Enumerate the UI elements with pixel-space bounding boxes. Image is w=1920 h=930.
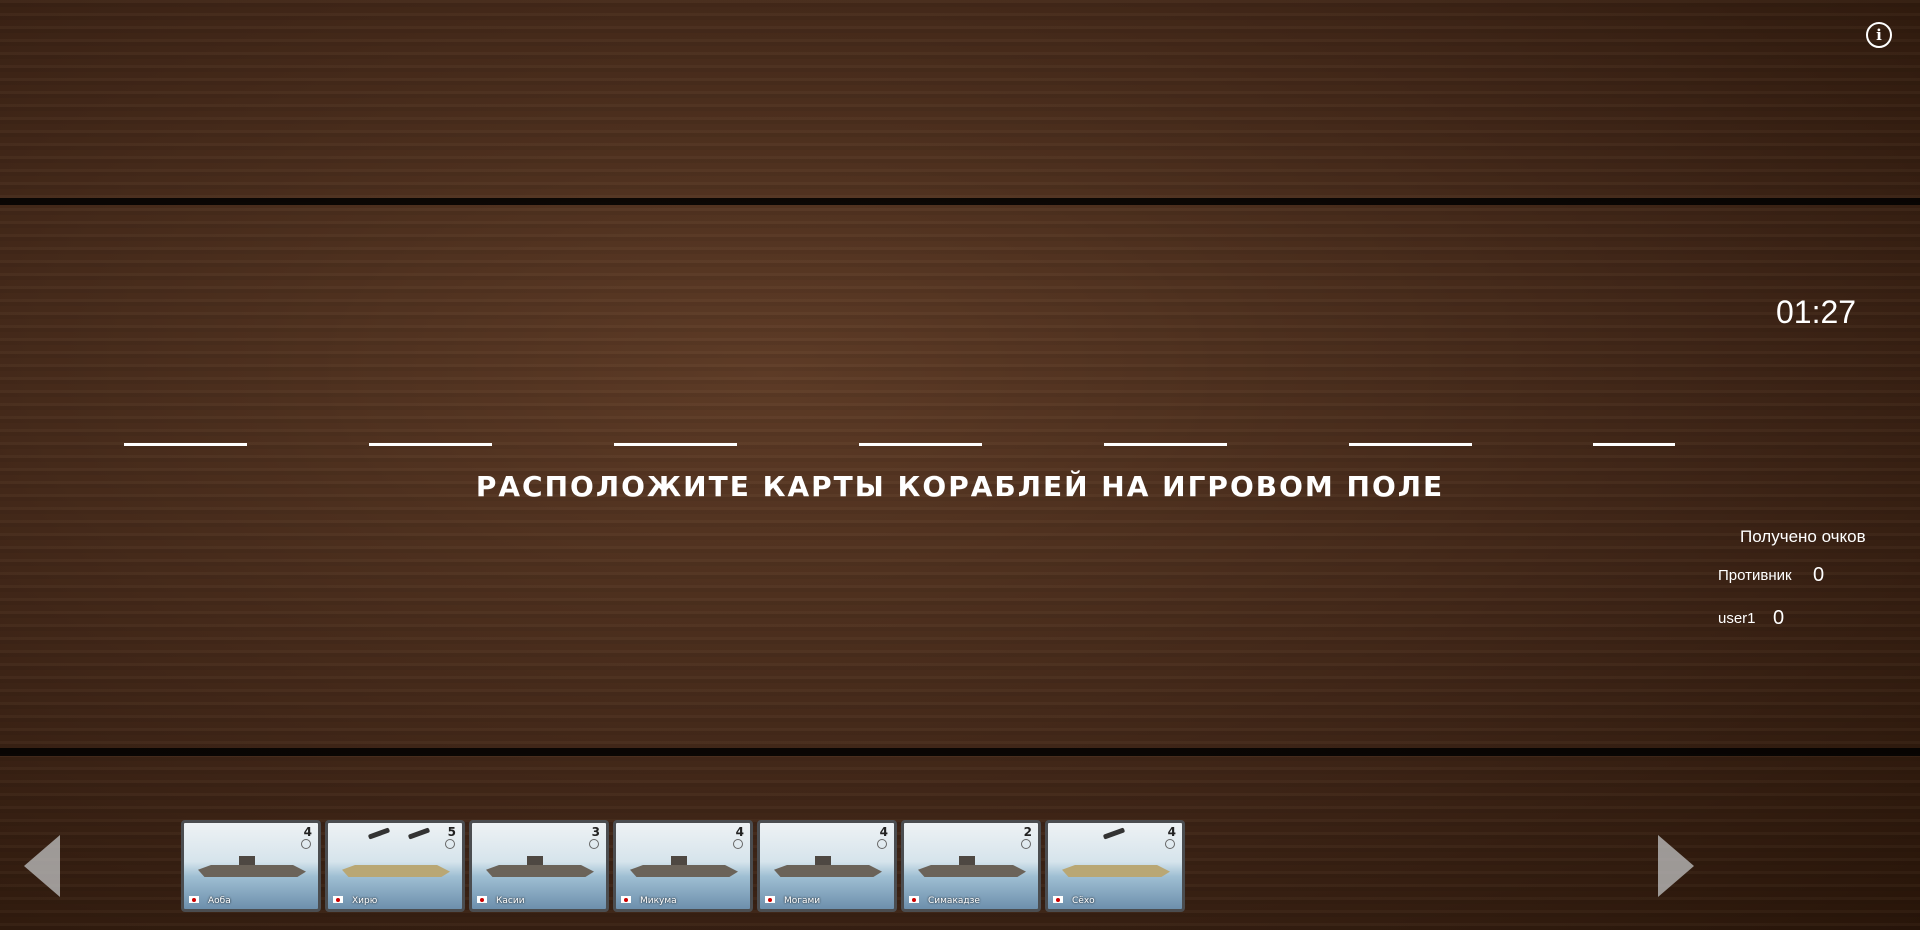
score-title: Получено очков <box>1740 527 1866 546</box>
card-cost: 4 <box>1167 825 1176 839</box>
ship-illustration <box>630 865 738 877</box>
card-name: Касии <box>496 896 525 906</box>
card-cost: 5 <box>447 825 456 839</box>
plane-icon <box>367 827 391 840</box>
ship-illustration <box>774 865 882 877</box>
ship-illustration <box>198 865 306 877</box>
ship-illustration <box>959 856 975 866</box>
ship-card[interactable]: 4 Микума <box>613 820 753 912</box>
japan-flag-icon <box>333 896 343 903</box>
card-name: Сёхо <box>1072 896 1095 906</box>
ship-illustration <box>342 865 450 877</box>
ship-illustration <box>1062 865 1170 877</box>
card-cost: 3 <box>591 825 600 839</box>
board-slot[interactable] <box>1104 443 1227 446</box>
ship-card[interactable]: 4 Могами <box>757 820 897 912</box>
ship-card[interactable]: 2 Симакадзе <box>901 820 1041 912</box>
player-label: user1 <box>1718 610 1756 627</box>
medal-icon <box>301 839 311 849</box>
ship-card[interactable]: 3 Касии <box>469 820 609 912</box>
ship-illustration <box>815 856 831 866</box>
card-cost: 4 <box>303 825 312 839</box>
opponent-label: Противник <box>1718 567 1792 584</box>
card-hand: 4 Аоба 5 Хирю 3 Касии 4 Микума 4 Могами <box>181 820 1185 912</box>
japan-flag-icon <box>621 896 631 903</box>
card-cost: 4 <box>735 825 744 839</box>
card-name: Симакадзе <box>928 896 980 906</box>
plane-icon <box>1102 827 1126 840</box>
medal-icon <box>733 839 743 849</box>
japan-flag-icon <box>1053 896 1063 903</box>
ship-card[interactable]: 5 Хирю <box>325 820 465 912</box>
player-score: 0 <box>1773 607 1785 629</box>
medal-icon <box>589 839 599 849</box>
medal-icon <box>1021 839 1031 849</box>
card-cost: 2 <box>1023 825 1032 839</box>
board-slot[interactable] <box>1349 443 1472 446</box>
japan-flag-icon <box>477 896 487 903</box>
card-name: Аоба <box>208 896 231 906</box>
ship-card[interactable]: 4 Аоба <box>181 820 321 912</box>
board-slot[interactable] <box>1593 443 1675 446</box>
ship-illustration <box>486 865 594 877</box>
card-name: Микума <box>640 896 677 906</box>
instruction-text: РАСПОЛОЖИТЕ КАРТЫ КОРАБЛЕЙ НА ИГРОВОМ ПО… <box>475 470 1445 503</box>
ship-illustration <box>918 865 1026 877</box>
card-name: Хирю <box>352 896 378 906</box>
opponent-score: 0 <box>1813 564 1825 586</box>
info-icon[interactable]: i <box>1866 22 1892 48</box>
triangle-left-icon[interactable] <box>24 835 60 897</box>
ship-illustration <box>239 856 255 866</box>
medal-icon <box>445 839 455 849</box>
turn-timer: 01:27 <box>1776 294 1857 330</box>
japan-flag-icon <box>765 896 775 903</box>
medal-icon <box>1165 839 1175 849</box>
japan-flag-icon <box>189 896 199 903</box>
ship-illustration <box>671 856 687 866</box>
board-slot[interactable] <box>369 443 492 446</box>
card-cost: 4 <box>879 825 888 839</box>
plane-icon <box>407 827 431 840</box>
ship-illustration <box>527 856 543 866</box>
board-slot[interactable] <box>859 443 982 446</box>
triangle-right-icon[interactable] <box>1658 835 1694 897</box>
card-name: Могами <box>784 896 821 906</box>
ship-card[interactable]: 4 Сёхо <box>1045 820 1185 912</box>
medal-icon <box>877 839 887 849</box>
japan-flag-icon <box>909 896 919 903</box>
board-slot[interactable] <box>614 443 737 446</box>
board-slot[interactable] <box>124 443 247 446</box>
